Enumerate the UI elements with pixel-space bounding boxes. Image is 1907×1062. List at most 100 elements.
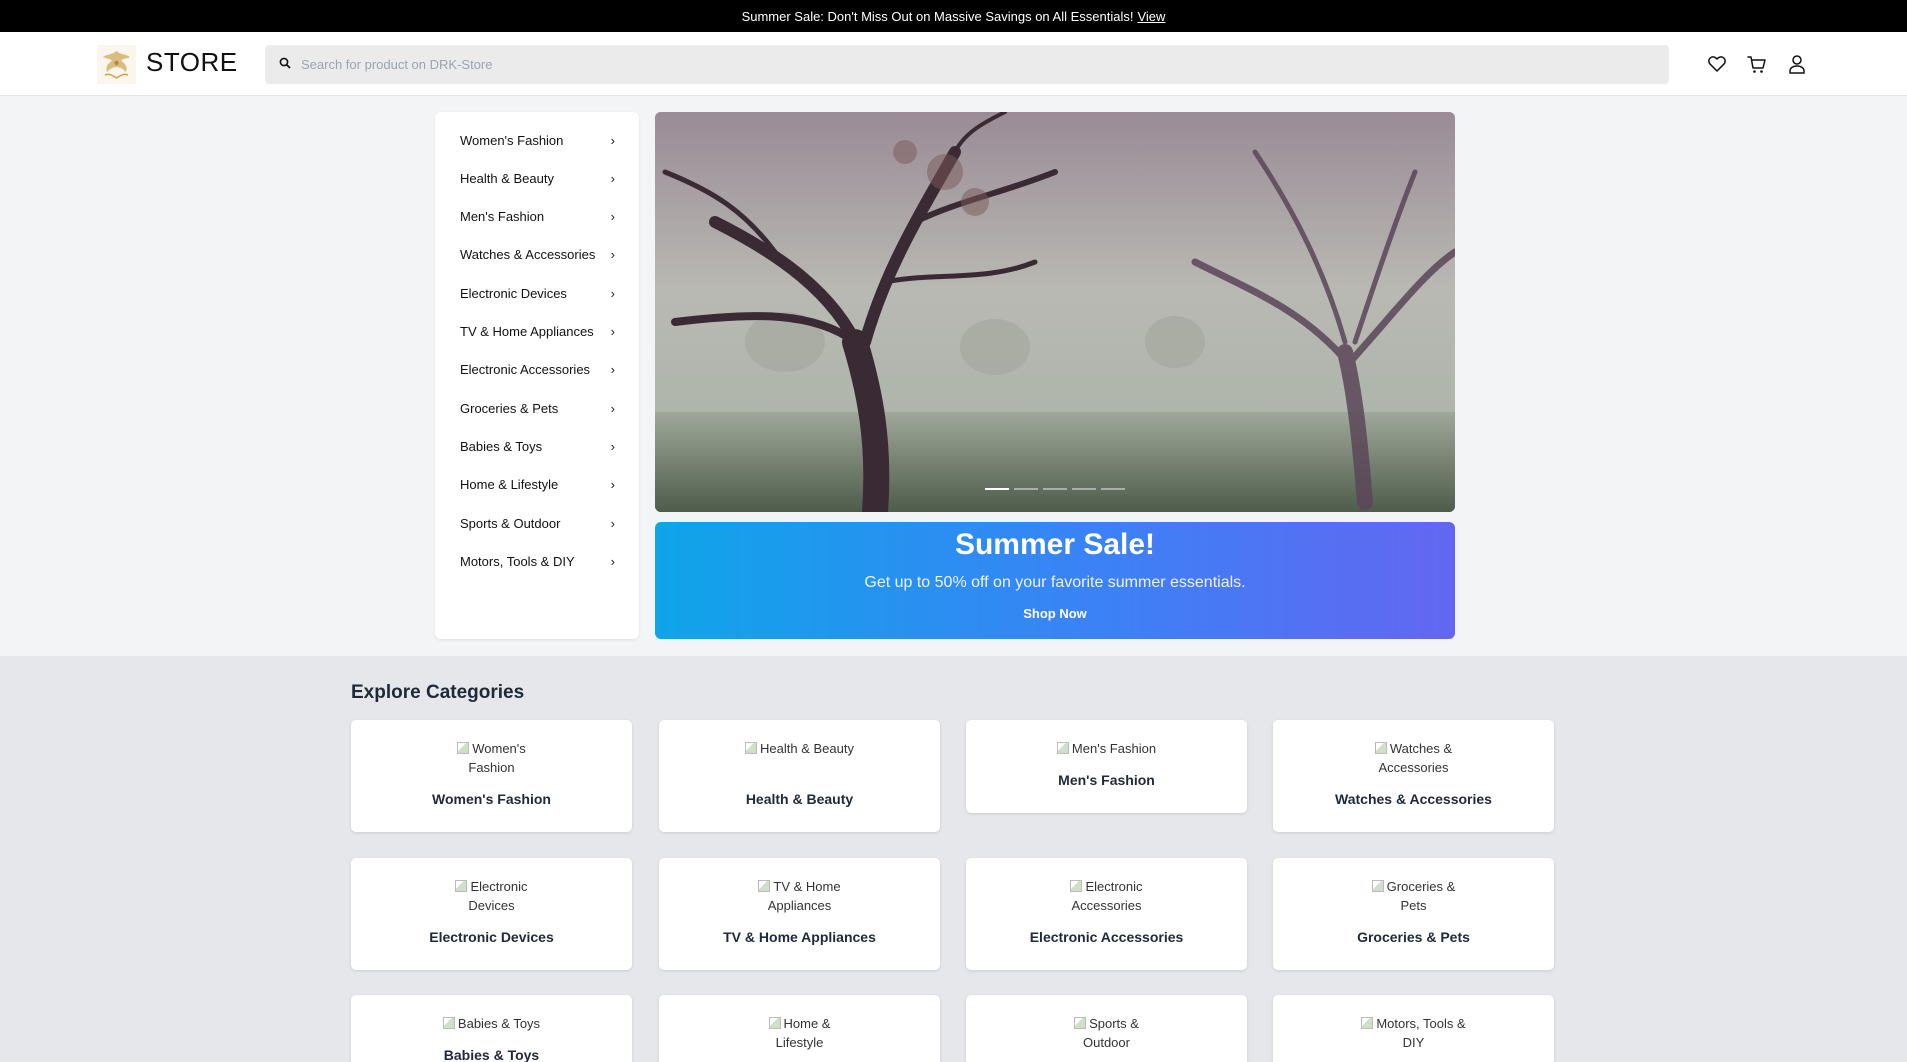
- category-image-alt: Motors, Tools & DIY: [1376, 1016, 1466, 1050]
- promo-subtitle: Get up to 50% off on your favorite summe…: [864, 574, 1246, 591]
- sidebar-item-label: Women's Fashion: [460, 132, 564, 148]
- announcement-bar: Summer Sale: Don't Miss Out on Massive S…: [0, 0, 1907, 32]
- broken-image-icon: [1374, 742, 1387, 754]
- broken-image-icon: [457, 742, 470, 754]
- chevron-right-icon: ›: [610, 285, 615, 301]
- sidebar-item-label: Health & Beauty: [460, 170, 554, 186]
- category-image: Electronic Accessories: [966, 877, 1247, 915]
- announcement-text: Summer Sale: Don't Miss Out on Massive S…: [741, 8, 1134, 24]
- category-card[interactable]: Groceries & Pets Groceries & Pets: [1273, 858, 1554, 970]
- carousel-dot[interactable]: [1043, 488, 1067, 490]
- broken-image-icon: [768, 1017, 781, 1029]
- sidebar-item-label: Groceries & Pets: [460, 400, 559, 416]
- sidebar-item[interactable]: Home & Lifestyle ›: [460, 475, 615, 495]
- brand-logo[interactable]: [97, 45, 136, 84]
- carousel-dot[interactable]: [985, 488, 1009, 490]
- chevron-right-icon: ›: [610, 400, 615, 416]
- hero-carousel[interactable]: [655, 112, 1455, 512]
- category-name: Electronic Accessories: [1029, 929, 1184, 945]
- chevron-right-icon: ›: [610, 438, 615, 454]
- chevron-right-icon: ›: [610, 170, 615, 186]
- category-card[interactable]: TV & Home Appliances TV & Home Appliances: [659, 858, 940, 970]
- sidebar-item[interactable]: TV & Home Appliances ›: [460, 322, 615, 342]
- category-card[interactable]: Motors, Tools & DIY: [1273, 995, 1554, 1062]
- category-image-alt: Electronic Devices: [468, 879, 528, 913]
- category-image-alt: Health & Beauty: [760, 741, 854, 756]
- sidebar-item[interactable]: Sports & Outdoor ›: [460, 513, 615, 533]
- category-card[interactable]: Babies & Toys Babies & Toys: [351, 995, 632, 1062]
- search-input[interactable]: [301, 57, 1601, 72]
- broken-image-icon: [1371, 880, 1384, 892]
- sidebar-item-label: Men's Fashion: [460, 209, 545, 225]
- shop-now-button[interactable]: Shop Now: [655, 606, 1455, 621]
- category-image-alt: Women's Fashion: [468, 741, 526, 775]
- category-card[interactable]: Home & Lifestyle: [659, 995, 940, 1062]
- chevron-right-icon: ›: [610, 209, 615, 225]
- category-card[interactable]: Electronic Accessories Electronic Accesso…: [966, 858, 1247, 970]
- sidebar-item-label: Motors, Tools & DIY: [460, 553, 575, 569]
- category-image: Groceries & Pets: [1273, 877, 1554, 915]
- category-card[interactable]: Health & Beauty Health & Beauty: [659, 720, 940, 832]
- category-name: Groceries & Pets: [1357, 929, 1470, 945]
- brand-name[interactable]: STORE: [146, 47, 238, 78]
- cart-icon[interactable]: [1746, 53, 1768, 75]
- carousel-slide-image: [655, 112, 1455, 512]
- category-card[interactable]: Women's Fashion Women's Fashion: [351, 720, 632, 832]
- announcement-view-link[interactable]: View: [1137, 9, 1165, 24]
- explore-section: [0, 656, 1907, 1062]
- sidebar-item-label: TV & Home Appliances: [460, 324, 594, 339]
- summer-sale-banner: Summer Sale! Get up to 50% off on your f…: [655, 522, 1455, 639]
- category-card[interactable]: Men's Fashion Men's Fashion: [966, 720, 1247, 813]
- broken-image-icon: [442, 1017, 455, 1029]
- sidebar-item[interactable]: Electronic Accessories ›: [460, 360, 615, 380]
- chevron-right-icon: ›: [610, 477, 615, 493]
- chevron-right-icon: ›: [610, 553, 615, 569]
- sidebar-item[interactable]: Groceries & Pets ›: [460, 398, 615, 418]
- category-image: Health & Beauty: [659, 739, 940, 758]
- sidebar-item-label: Electronic Devices: [460, 285, 567, 301]
- sidebar-item-label: Babies & Toys: [460, 438, 543, 454]
- sidebar-item-label: Home & Lifestyle: [460, 477, 559, 493]
- carousel-dot[interactable]: [1014, 488, 1038, 490]
- sidebar-item[interactable]: Babies & Toys ›: [460, 436, 615, 456]
- category-name: Health & Beauty: [745, 791, 854, 807]
- category-image-alt: Groceries & Pets: [1386, 879, 1456, 913]
- sidebar-item[interactable]: Motors, Tools & DIY ›: [460, 551, 615, 571]
- category-image: Men's Fashion: [966, 739, 1247, 758]
- category-name: Men's Fashion: [1058, 772, 1155, 788]
- sidebar-item[interactable]: Health & Beauty ›: [460, 168, 615, 188]
- carousel-dot[interactable]: [1072, 488, 1096, 490]
- category-image: Watches & Accessories: [1273, 739, 1554, 777]
- chevron-right-icon: ›: [610, 362, 615, 378]
- broken-image-icon: [1070, 880, 1083, 892]
- section-title: Explore Categories: [351, 682, 525, 703]
- broken-image-icon: [758, 880, 771, 892]
- broken-image-icon: [745, 742, 758, 754]
- category-name: Babies & Toys: [443, 1047, 540, 1062]
- sidebar-item[interactable]: Electronic Devices ›: [460, 283, 615, 303]
- search-bar[interactable]: [265, 45, 1669, 84]
- category-image-alt: Sports & Outdoor: [1083, 1016, 1139, 1050]
- chevron-right-icon: ›: [610, 132, 615, 148]
- category-image-alt: Home & Lifestyle: [775, 1016, 831, 1050]
- user-icon[interactable]: [1786, 53, 1808, 75]
- broken-image-icon: [455, 880, 468, 892]
- category-name: Electronic Devices: [429, 929, 554, 945]
- carousel-dot[interactable]: [1101, 488, 1125, 490]
- category-image-alt: Babies & Toys: [457, 1016, 541, 1031]
- category-image: Electronic Devices: [351, 877, 632, 915]
- category-card[interactable]: Sports & Outdoor: [966, 995, 1247, 1062]
- sidebar-item-label: Sports & Outdoor: [460, 515, 561, 531]
- sidebar-item[interactable]: Women's Fashion ›: [460, 130, 615, 150]
- category-image: Babies & Toys: [351, 1014, 632, 1033]
- sidebar-item[interactable]: Watches & Accessories ›: [460, 245, 615, 265]
- heart-icon[interactable]: [1706, 53, 1728, 75]
- category-name: Watches & Accessories: [1335, 791, 1492, 807]
- broken-image-icon: [1361, 1017, 1374, 1029]
- category-card[interactable]: Electronic Devices Electronic Devices: [351, 858, 632, 970]
- promo-title: Summer Sale!: [954, 528, 1156, 561]
- category-card[interactable]: Watches & Accessories Watches & Accessori…: [1273, 720, 1554, 832]
- category-image: Sports & Outdoor: [966, 1014, 1247, 1052]
- sidebar-item[interactable]: Men's Fashion ›: [460, 207, 615, 227]
- sidebar-item-label: Electronic Accessories: [460, 362, 591, 378]
